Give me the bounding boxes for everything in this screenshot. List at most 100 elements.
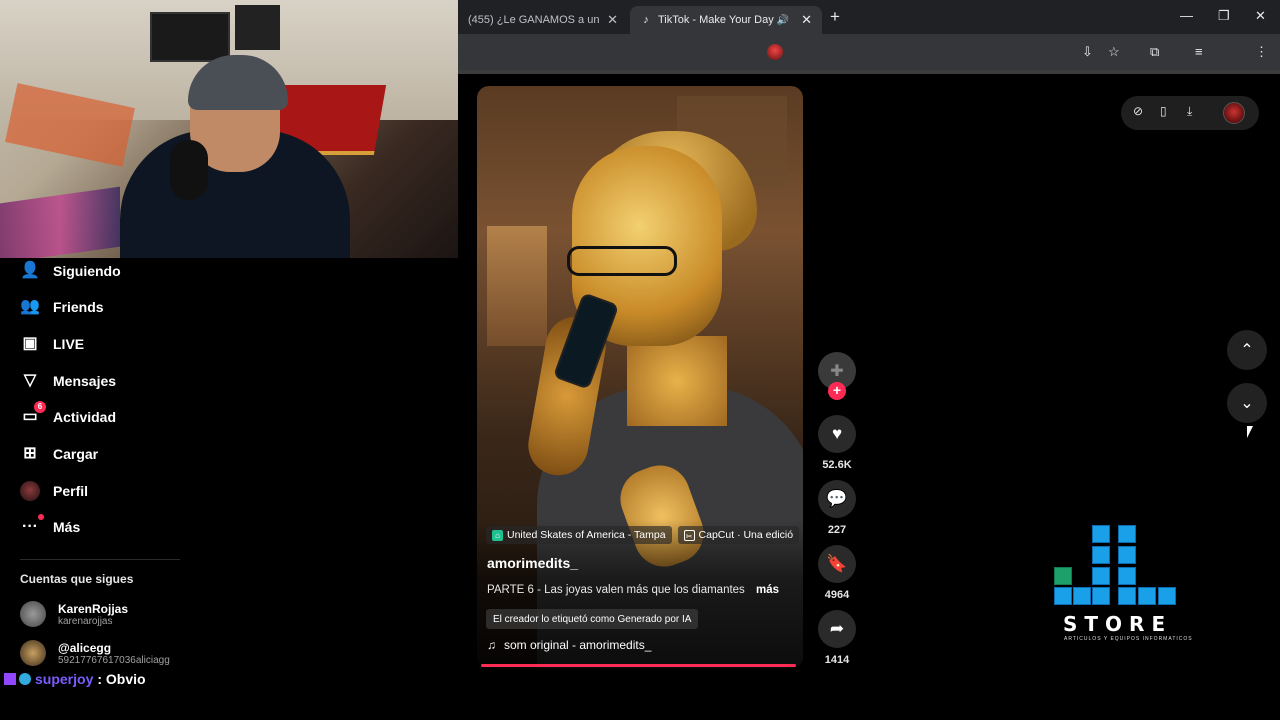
tiktok-icon: ♪ <box>643 14 649 26</box>
description-text: PARTE 6 - Las joyas valen más que los di… <box>487 584 745 596</box>
user-avatar[interactable] <box>1223 102 1245 124</box>
sidebar-item-friends[interactable]: 👥 Friends <box>20 297 104 317</box>
address-bar[interactable] <box>458 38 1068 66</box>
more-icon: ··· <box>20 514 44 537</box>
ai-generated-label: El creador lo etiquetó como Generado por… <box>486 609 699 629</box>
avatar <box>20 640 46 666</box>
profile-avatar[interactable] <box>767 44 783 60</box>
upload-icon: ⊞ <box>23 445 37 462</box>
close-icon[interactable]: ✕ <box>607 12 618 28</box>
sidebar-item-live[interactable]: ▣ LIVE <box>20 334 84 354</box>
video-neck <box>627 336 727 426</box>
video-author[interactable]: amorimedits_ <box>487 555 578 571</box>
device-icon[interactable]: ▯ <box>1160 104 1167 118</box>
location-chip[interactable]: ⌂ United Skates of America - Tampa <box>486 526 672 544</box>
notification-dot <box>38 514 44 520</box>
compass-icon[interactable]: ⊘ <box>1133 104 1143 118</box>
store-logo-text: STORE <box>1063 612 1173 636</box>
media-controls-icon[interactable]: ≡ <box>1195 44 1203 59</box>
notification-badge: 6 <box>34 401 46 413</box>
location-icon: ⌂ <box>492 529 503 541</box>
sidebar-item-siguiendo[interactable]: 👤 Siguiendo <box>20 261 121 281</box>
webcam-monitor <box>150 12 230 62</box>
speaker-icon[interactable]: 🔊 <box>777 15 789 26</box>
twitch-badge-icon <box>4 673 16 685</box>
sidebar-item-perfil[interactable]: Perfil <box>20 481 88 501</box>
account-handle: karenarojjas <box>58 615 113 627</box>
browser-tab-bar: (455) ¿Le GANAMOS a un MILA ✕ ♪ TikTok -… <box>458 0 1280 34</box>
webcam-microphone <box>170 140 208 200</box>
close-icon[interactable]: ✕ <box>801 12 812 28</box>
tab-youtube[interactable]: (455) ¿Le GANAMOS a un MILA ✕ <box>458 6 628 34</box>
chip-label: United Skates of America - Tampa <box>507 529 666 541</box>
tab-title: (455) ¿Le GANAMOS a un MILA <box>468 14 601 26</box>
video-glasses <box>567 246 677 276</box>
chat-username: superjoy <box>35 671 94 687</box>
sidebar-item-mensajes[interactable]: ▽ Mensajes <box>20 371 116 391</box>
following-account[interactable]: @alicegg 59217767617036aliciagg <box>20 640 170 666</box>
next-video-button[interactable]: ⌄ <box>1227 383 1267 423</box>
sidebar-item-mas[interactable]: ··· Más <box>20 514 80 537</box>
account-handle: 59217767617036aliciagg <box>58 654 170 666</box>
plus-icon[interactable]: + <box>830 7 840 27</box>
video-chips: ⌂ United Skates of America - Tampa ✂ Cap… <box>486 526 800 544</box>
share-button[interactable]: ➦ <box>818 610 856 648</box>
sidebar-divider <box>20 559 180 560</box>
sidebar-item-label: Friends <box>53 299 104 315</box>
music-title: som original - amorimedits_ <box>504 638 652 652</box>
webcam-keyboard <box>0 186 120 258</box>
comment-icon: 💬 <box>826 489 848 508</box>
sidebar-item-label: Cargar <box>53 446 99 462</box>
sidebar-item-label: Perfil <box>53 483 89 499</box>
capcut-icon: ✂ <box>683 529 695 541</box>
save-count: 4964 <box>824 589 850 601</box>
chevron-down-icon: ⌄ <box>1240 395 1254 412</box>
store-logo-subtitle: ARTICULOS Y EQUIPOS INFORMATICOS <box>1064 636 1193 642</box>
comment-button[interactable]: 💬 <box>818 480 856 518</box>
restore-icon[interactable]: ❐ <box>1218 8 1230 24</box>
toolbar-separator <box>458 70 1280 74</box>
webcam-overlay <box>0 0 458 258</box>
video-background-light <box>487 226 547 346</box>
tab-title: TikTok - Make Your Day <box>658 14 774 26</box>
friends-icon: 👥 <box>20 298 40 315</box>
sidebar-item-label: Siguiendo <box>53 263 121 279</box>
bookmark-icon: 🔖 <box>826 554 848 573</box>
sidebar-item-label: Actividad <box>53 409 117 425</box>
like-button[interactable]: ♥ <box>818 415 856 453</box>
share-count: 1414 <box>824 654 850 666</box>
chat-text: : Obvio <box>97 671 146 687</box>
more-link[interactable]: más <box>756 584 779 596</box>
following-section-title: Cuentas que sigues <box>20 572 134 586</box>
following-icon: 👤 <box>20 262 40 279</box>
following-account[interactable]: KarenRojjas karenarojjas <box>20 601 128 627</box>
activity-icon: ▭ 6 <box>20 401 46 427</box>
video-description: PARTE 6 - Las joyas valen más que los di… <box>487 584 779 596</box>
tab-tiktok[interactable]: ♪ TikTok - Make Your Day 🔊 ✕ <box>630 6 822 34</box>
minimize-icon[interactable]: — <box>1180 8 1193 23</box>
live-icon: ▣ <box>22 335 38 352</box>
save-button[interactable]: 🔖 <box>818 545 856 583</box>
bookmark-star-icon[interactable]: ☆ <box>1108 44 1120 60</box>
messages-icon: ▽ <box>23 372 37 389</box>
extensions-icon[interactable]: ⧉ <box>1150 44 1159 60</box>
menu-dots-icon[interactable]: ⋮ <box>1255 44 1268 60</box>
sidebar-item-actividad[interactable]: ▭ 6 Actividad <box>20 401 117 427</box>
profile-icon <box>20 481 40 501</box>
comment-count: 227 <box>827 524 847 536</box>
stream-chat-message: superjoy : Obvio <box>4 671 146 687</box>
browser-toolbar: ⇩ ☆ ⧉ ≡ ⋮ <box>458 34 1280 70</box>
webcam-monitor-2 <box>235 5 280 50</box>
account-name: @alicegg <box>58 640 112 655</box>
sidebar-item-cargar[interactable]: ⊞ Cargar <box>20 444 98 464</box>
capcut-chip[interactable]: ✂ CapCut · Una edició <box>677 526 800 544</box>
mouse-cursor-icon <box>1247 426 1253 438</box>
music-info[interactable]: ♫ som original - amorimedits_ <box>487 638 651 652</box>
previous-video-button[interactable]: ⌃ <box>1227 330 1267 370</box>
avatar <box>20 601 46 627</box>
window-close-icon[interactable]: ✕ <box>1255 8 1266 24</box>
video-progress-bar[interactable] <box>481 664 796 667</box>
follow-plus-icon[interactable]: + <box>828 382 846 400</box>
download-icon[interactable]: ⤓ <box>1187 104 1192 119</box>
install-icon[interactable]: ⇩ <box>1082 44 1093 60</box>
